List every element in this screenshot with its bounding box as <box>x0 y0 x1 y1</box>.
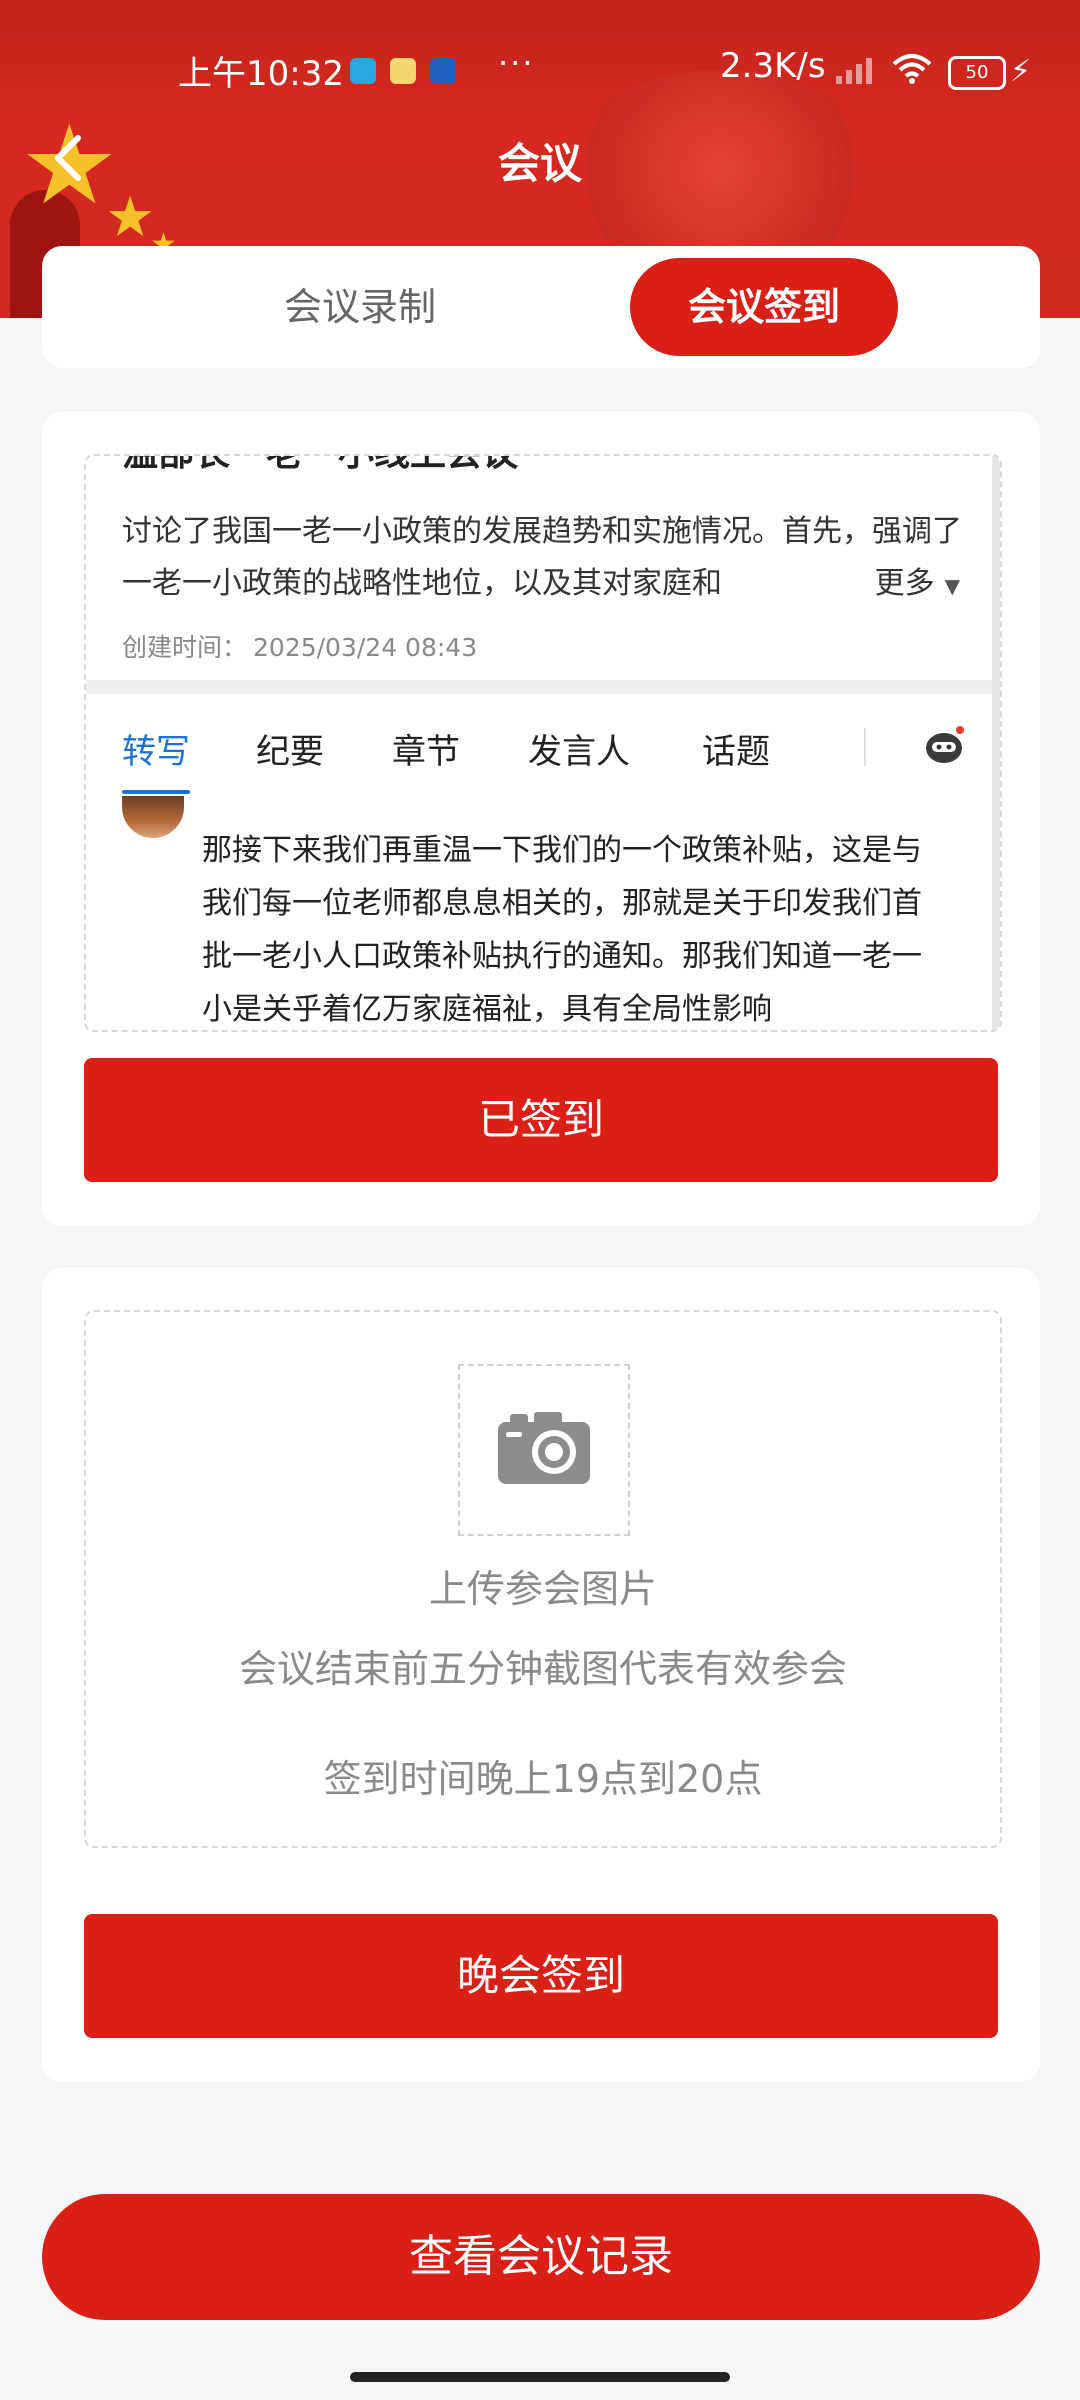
transcript-tabs: 转写 纪要 章节 发言人 话题 <box>122 722 982 794</box>
evening-signin-button[interactable]: 晚会签到 <box>84 1914 998 2038</box>
app-notification-icon <box>430 58 456 84</box>
speaker-avatar <box>122 796 184 838</box>
created-time: 创建时间： 2025/03/24 08:43 <box>122 628 477 664</box>
view-records-button[interactable]: 查看会议记录 <box>42 2194 1040 2320</box>
upload-photo-box[interactable] <box>458 1364 630 1536</box>
signin-time-rule: 签到时间晚上19点到20点 <box>323 1757 763 1801</box>
battery-icon: 50 <box>948 56 1006 90</box>
status-time: 上午10:32 <box>178 54 344 94</box>
tab-meeting-record[interactable]: 会议录制 <box>226 258 494 356</box>
ai-assistant-icon[interactable] <box>922 722 968 768</box>
subtab-minutes[interactable]: 纪要 <box>256 724 324 773</box>
app-notification-icon <box>350 58 376 84</box>
bolt-icon: ⚡ <box>1010 54 1032 89</box>
scrollbar[interactable] <box>992 456 1000 1030</box>
signed-button[interactable]: 已签到 <box>84 1058 998 1182</box>
caret-down-icon: ▼ <box>944 574 960 598</box>
upload-hint: 会议结束前五分钟截图代表有效参会 <box>238 1647 847 1691</box>
signal-icon <box>836 58 872 84</box>
app-notification-icon <box>390 58 416 84</box>
upload-title: 上传参会图片 <box>428 1567 657 1611</box>
active-tab-indicator <box>122 790 190 794</box>
upload-area[interactable]: 上传参会图片 会议结束前五分钟截图代表有效参会 签到时间晚上19点到20点 <box>84 1310 1002 1848</box>
notification-icons <box>350 58 456 84</box>
subtab-chapters[interactable]: 章节 <box>392 724 460 773</box>
more-notifications-icon: ··· <box>498 44 535 82</box>
created-label: 创建时间： <box>122 633 248 662</box>
tab-meeting-signin[interactable]: 会议签到 <box>630 258 898 356</box>
tab-bar: 会议录制 会议签到 <box>42 246 1040 368</box>
subtab-topics[interactable]: 话题 <box>702 724 770 773</box>
meeting-card: 温部长一老一小线上会议 讨论了我国一老一小政策的发展趋势和实施情况。首先，强调了… <box>42 412 1040 1226</box>
more-label: 更多 <box>874 566 935 601</box>
tab-separator <box>864 728 866 766</box>
camera-icon <box>498 1412 590 1484</box>
section-divider <box>86 680 1000 694</box>
network-speed: 2.3K/s <box>720 46 826 86</box>
more-link[interactable]: 更多 ▼ <box>814 558 960 602</box>
subtab-speakers[interactable]: 发言人 <box>528 724 630 773</box>
subtab-transcript[interactable]: 转写 <box>122 724 190 773</box>
meeting-title: 温部长一老一小线上会议 <box>122 456 518 476</box>
home-indicator[interactable] <box>350 2372 730 2382</box>
upload-card: 上传参会图片 会议结束前五分钟截图代表有效参会 签到时间晚上19点到20点 晚会… <box>42 1268 1040 2082</box>
status-bar: 上午10:32 ··· 2.3K/s 50 ⚡ <box>0 0 1080 100</box>
star-decoration-icon: ★ <box>105 185 156 250</box>
transcript-text: 那接下来我们再重温一下我们的一个政策补贴，这是与我们每一位老师都息息相关的，那就… <box>202 833 922 1027</box>
wifi-icon <box>892 54 932 84</box>
page-title: 会议 <box>497 139 582 188</box>
meeting-preview[interactable]: 温部长一老一小线上会议 讨论了我国一老一小政策的发展趋势和实施情况。首先，强调了… <box>84 454 1002 1032</box>
created-timestamp: 2025/03/24 08:43 <box>253 633 478 662</box>
